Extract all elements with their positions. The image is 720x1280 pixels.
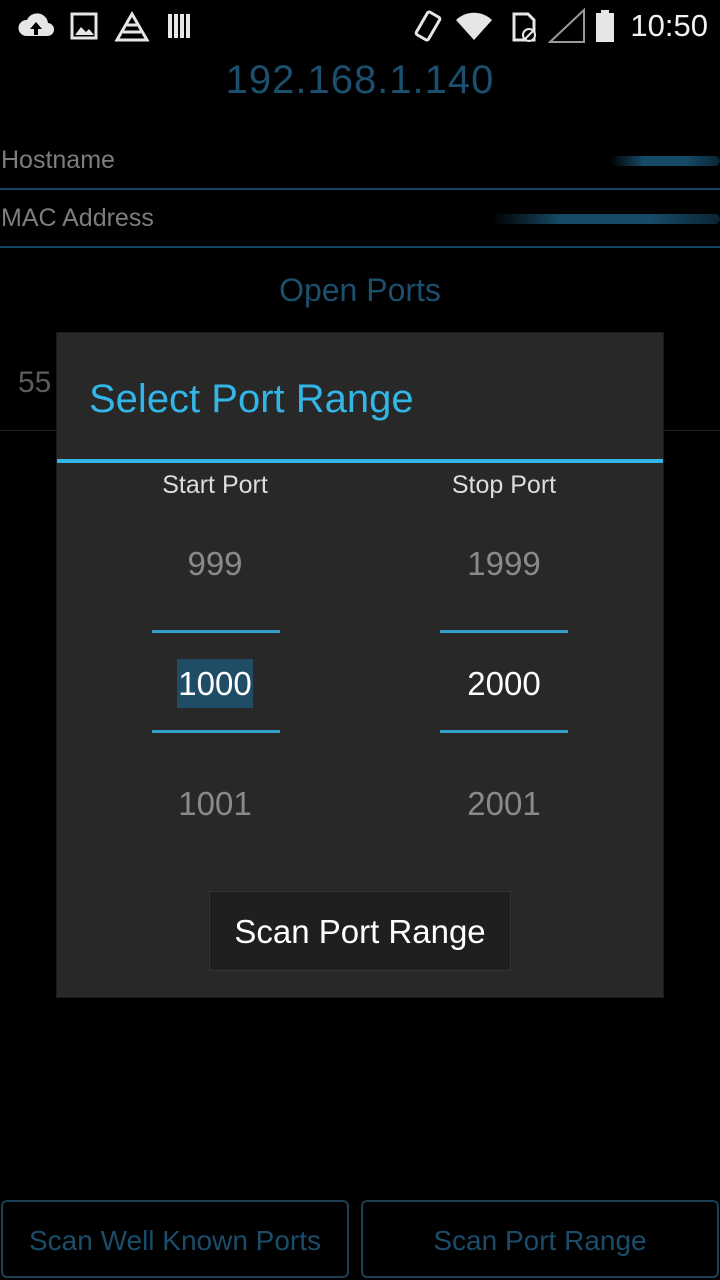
open-ports-title: Open Ports (279, 272, 441, 308)
port-range-dialog: Select Port Range Start Port 999 1000 10… (57, 333, 663, 997)
start-port-prev-value[interactable]: 999 (115, 545, 315, 583)
stop-port-current-value[interactable]: 2000 (467, 665, 540, 702)
start-port-input[interactable]: 1000 (115, 659, 315, 708)
start-port-top-divider (152, 630, 280, 633)
status-bar: 10:50 (0, 0, 720, 52)
mac-address-value-redacted (492, 214, 720, 224)
open-port-item[interactable]: 55 (18, 366, 51, 400)
hostname-label: Hostname (1, 146, 115, 174)
start-port-current-value[interactable]: 1000 (177, 659, 253, 708)
logo-icon (114, 10, 150, 42)
scan-port-range-button[interactable]: Scan Port Range (209, 891, 511, 971)
mac-address-row: MAC Address (0, 190, 720, 248)
vibrate-icon (414, 10, 442, 42)
battery-icon (596, 10, 614, 42)
sd-card-icon (512, 12, 536, 42)
dialog-title: Select Port Range (89, 377, 414, 421)
stop-port-next-value[interactable]: 2001 (404, 785, 604, 823)
mac-address-label: MAC Address (1, 204, 154, 232)
scan-port-range-bottom-button[interactable]: Scan Port Range (361, 1200, 719, 1278)
start-port-bottom-divider (152, 730, 280, 733)
hostname-row: Hostname (0, 132, 720, 190)
start-port-next-value[interactable]: 1001 (115, 785, 315, 823)
stop-port-prev-value[interactable]: 1999 (404, 545, 604, 583)
stop-port-bottom-divider (440, 730, 568, 733)
clock: 10:50 (630, 8, 708, 43)
scan-well-known-ports-button[interactable]: Scan Well Known Ports (1, 1200, 349, 1278)
barcode-icon (168, 14, 190, 38)
stop-port-input[interactable]: 2000 (404, 665, 604, 703)
wifi-icon (456, 12, 492, 41)
cloud-upload-icon (18, 13, 55, 37)
start-port-label: Start Port (162, 471, 268, 499)
stop-port-top-divider (440, 630, 568, 633)
image-icon (70, 12, 98, 40)
stop-port-label: Stop Port (451, 471, 557, 499)
hostname-value-redacted (610, 156, 720, 166)
dialog-title-divider (57, 459, 663, 463)
ip-address-title: 192.168.1.140 (225, 58, 495, 102)
signal-icon (548, 8, 585, 43)
